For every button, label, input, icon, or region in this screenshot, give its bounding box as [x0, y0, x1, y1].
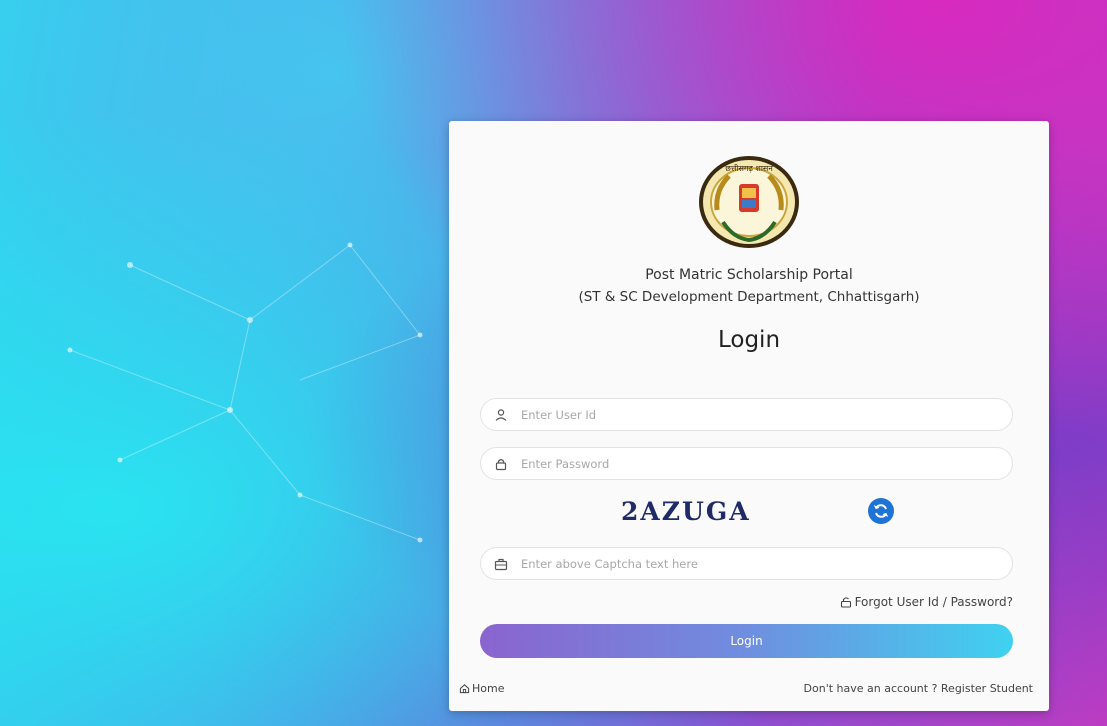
no-account-text: Don't have an account ? — [803, 682, 938, 695]
emblem-text: छत्तीसगढ़ शासन — [725, 163, 773, 173]
login-heading: Login — [717, 327, 781, 353]
portal-subtitle: (ST & SC Development Department, Chhatti… — [578, 289, 920, 305]
lock-icon — [495, 459, 507, 471]
login-button[interactable]: Login — [480, 624, 1013, 658]
captcha-input[interactable] — [521, 548, 1001, 579]
state-emblem-logo: छत्तीसगढ़ शासन — [699, 156, 799, 248]
captcha-image-text: 2AZUGA — [621, 497, 751, 526]
refresh-icon — [874, 504, 888, 518]
password-field — [480, 447, 1013, 480]
register-student-link[interactable]: Register Student — [941, 682, 1033, 695]
briefcase-icon — [494, 558, 508, 571]
home-icon — [459, 684, 470, 694]
home-link[interactable]: Home — [459, 682, 504, 695]
userid-input[interactable] — [521, 399, 1001, 430]
forgot-credentials-link[interactable]: Forgot User Id / Password? — [840, 595, 1013, 609]
user-icon — [495, 409, 507, 421]
captcha-field — [480, 547, 1013, 580]
captcha-refresh-button[interactable] — [868, 498, 894, 524]
portal-title: Post Matric Scholarship Portal — [645, 267, 853, 283]
register-prompt: Don't have an account ? Register Student — [804, 682, 1033, 695]
userid-field — [480, 398, 1013, 431]
unlock-icon — [840, 597, 851, 608]
login-card: छत्तीसगढ़ शासन Post Matric Scholarship P… — [449, 121, 1049, 711]
password-input[interactable] — [521, 448, 1001, 479]
home-label: Home — [472, 682, 505, 695]
forgot-label: Forgot User Id / Password? — [854, 595, 1013, 609]
